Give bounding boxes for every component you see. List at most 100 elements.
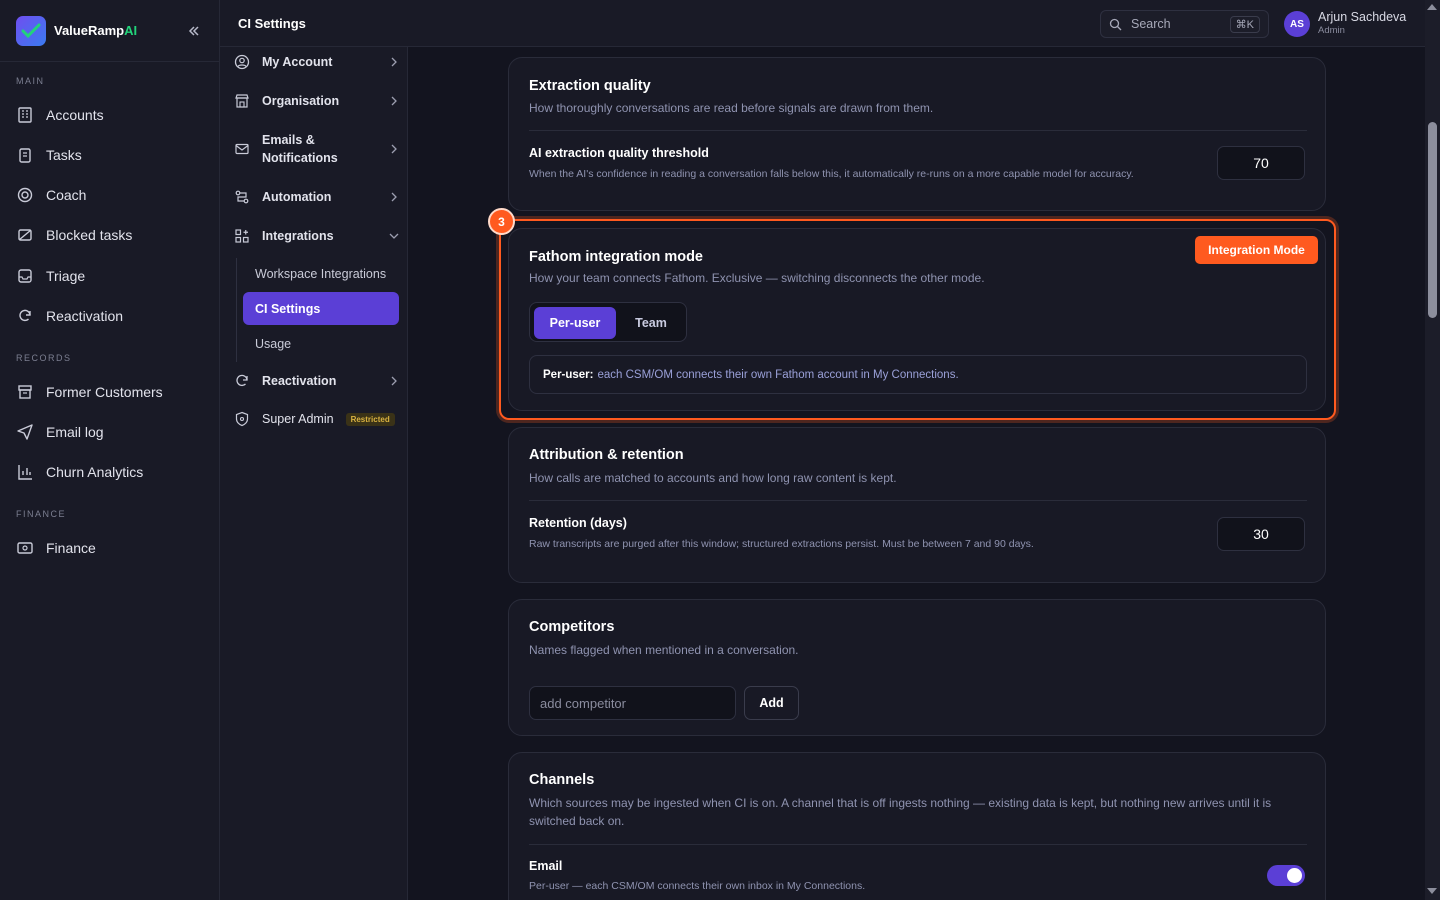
add-competitor-button[interactable]: Add	[744, 686, 799, 720]
field-label: Email	[529, 859, 563, 873]
chevron-down-icon	[389, 233, 399, 239]
settings-nav-label: Reactivation	[262, 374, 337, 388]
restricted-badge: Restricted	[345, 412, 395, 426]
divider	[529, 130, 1307, 131]
store-icon	[235, 94, 249, 108]
settings-nav-label: My Account	[262, 55, 333, 69]
sidebar-item-label: Churn Analytics	[46, 464, 144, 480]
chevron-right-icon	[391, 96, 397, 106]
avatar[interactable]: AS	[1284, 11, 1310, 37]
settings-nav-usage[interactable]: Usage	[243, 327, 399, 360]
settings-nav-reactivation[interactable]: Reactivation	[234, 371, 400, 391]
divider	[529, 500, 1307, 501]
field-label: Retention (days)	[529, 516, 627, 530]
competitor-input[interactable]	[529, 686, 736, 720]
sidebar-item-label: Tasks	[46, 147, 82, 163]
archive-icon	[18, 385, 32, 399]
integration-mode-tag: Integration Mode	[1195, 236, 1318, 264]
section-label-main: MAIN	[16, 76, 45, 86]
brand-name: ValueRampAI	[54, 23, 138, 38]
section-label-records: RECORDS	[16, 353, 72, 363]
sidebar-item-tasks[interactable]: Tasks	[8, 138, 212, 172]
scroll-up-arrow-icon[interactable]	[1427, 4, 1437, 10]
brand: ValueRampAI	[0, 0, 219, 62]
settings-nav-ci-settings[interactable]: CI Settings	[243, 292, 399, 325]
field-help: When the AI's confidence in reading a co…	[529, 168, 1134, 180]
sidebar-item-label: Accounts	[46, 107, 104, 123]
subnav-rail	[236, 258, 237, 362]
sidebar-item-churn-analytics[interactable]: Churn Analytics	[8, 455, 212, 489]
sidebar-item-label: Reactivation	[46, 308, 124, 324]
sidebar-item-label: Finance	[46, 540, 96, 556]
chart-icon	[18, 465, 32, 480]
sidebar-item-finance[interactable]: Finance	[8, 531, 212, 565]
mail-icon	[235, 143, 249, 155]
card-extraction-quality: Extraction quality How thoroughly conver…	[508, 57, 1326, 211]
field-label: AI extraction quality threshold	[529, 146, 709, 160]
search-box[interactable]: Search ⌘K	[1100, 10, 1269, 38]
toggle-knob	[1287, 868, 1302, 883]
sidebar-item-reactivation[interactable]: Reactivation	[8, 299, 212, 333]
sidebar: ValueRampAI MAIN Accounts Tasks Coach Bl…	[0, 0, 220, 900]
email-channel-toggle[interactable]	[1267, 865, 1305, 886]
step-badge: 3	[488, 208, 515, 235]
scroll-down-arrow-icon[interactable]	[1427, 888, 1437, 894]
sidebar-item-label: Former Customers	[46, 384, 163, 400]
scrollbar-thumb[interactable]	[1428, 122, 1437, 318]
send-icon	[17, 424, 33, 440]
settings-nav-super-admin[interactable]: Super Admin Restricted	[234, 409, 400, 429]
retention-days-input[interactable]: 30	[1217, 517, 1305, 551]
card-title: Competitors	[529, 619, 615, 635]
page-title: CI Settings	[238, 16, 306, 31]
inbox-icon	[18, 269, 32, 283]
card-description: Names flagged when mentioned in a conver…	[529, 643, 799, 657]
sidebar-item-blocked-tasks[interactable]: Blocked tasks	[8, 218, 212, 252]
chevron-right-icon	[391, 144, 397, 154]
user-circle-icon	[234, 54, 250, 70]
chevron-right-icon	[391, 192, 397, 202]
search-icon	[1109, 18, 1122, 30]
divider	[529, 844, 1307, 845]
chevron-right-icon	[391, 57, 397, 67]
sidebar-item-coach[interactable]: Coach	[8, 178, 212, 212]
clipboard-icon	[19, 148, 31, 163]
settings-nav-workspace-integrations[interactable]: Workspace Integrations	[243, 257, 399, 290]
field-help: Raw transcripts are purged after this wi…	[529, 538, 1034, 550]
blocked-icon	[18, 229, 32, 241]
sidebar-item-label: Coach	[46, 187, 87, 203]
quality-threshold-input[interactable]: 70	[1217, 146, 1305, 180]
sidebar-item-accounts[interactable]: Accounts	[8, 98, 212, 132]
collapse-sidebar-icon[interactable]	[185, 22, 203, 40]
field-help: Per-user — each CSM/OM connects their ow…	[529, 880, 866, 892]
building-icon	[18, 107, 32, 123]
settings-nav-organisation[interactable]: Organisation	[234, 91, 400, 111]
settings-nav-emails-notifications[interactable]: Emails & Notifications	[234, 131, 400, 167]
refresh-icon	[19, 309, 31, 322]
settings-nav-label: Organisation	[262, 94, 340, 108]
sidebar-item-label: Email log	[46, 424, 104, 440]
card-title: Extraction quality	[529, 78, 651, 94]
settings-nav-my-account[interactable]: My Account	[234, 52, 400, 72]
target-icon	[17, 187, 33, 203]
settings-nav: My Account Organisation Emails & Notifica…	[220, 0, 408, 900]
settings-nav-automation[interactable]: Automation	[234, 187, 400, 207]
user-name[interactable]: Arjun Sachdeva	[1318, 10, 1406, 24]
workflow-icon	[235, 190, 249, 204]
grid-plus-icon	[235, 229, 249, 243]
card-description: How thoroughly conversations are read be…	[529, 101, 934, 115]
search-shortcut: ⌘K	[1229, 15, 1260, 33]
shield-icon	[235, 411, 249, 427]
user-role: Admin	[1318, 25, 1345, 36]
settings-nav-integrations[interactable]: Integrations	[234, 226, 400, 246]
refresh-icon	[236, 374, 248, 387]
sidebar-item-former-customers[interactable]: Former Customers	[8, 375, 212, 409]
settings-nav-label: Super Admin	[262, 412, 334, 426]
sidebar-item-triage[interactable]: Triage	[8, 259, 212, 293]
card-competitors: Competitors Names flagged when mentioned…	[508, 599, 1326, 736]
wallet-icon	[17, 542, 33, 554]
sidebar-item-email-log[interactable]: Email log	[8, 415, 212, 449]
card-description: Which sources may be ingested when CI is…	[529, 796, 1272, 828]
card-attribution-retention: Attribution & retention How calls are ma…	[508, 427, 1326, 583]
logo-icon[interactable]	[16, 15, 46, 46]
sidebar-item-label: Blocked tasks	[46, 227, 133, 243]
